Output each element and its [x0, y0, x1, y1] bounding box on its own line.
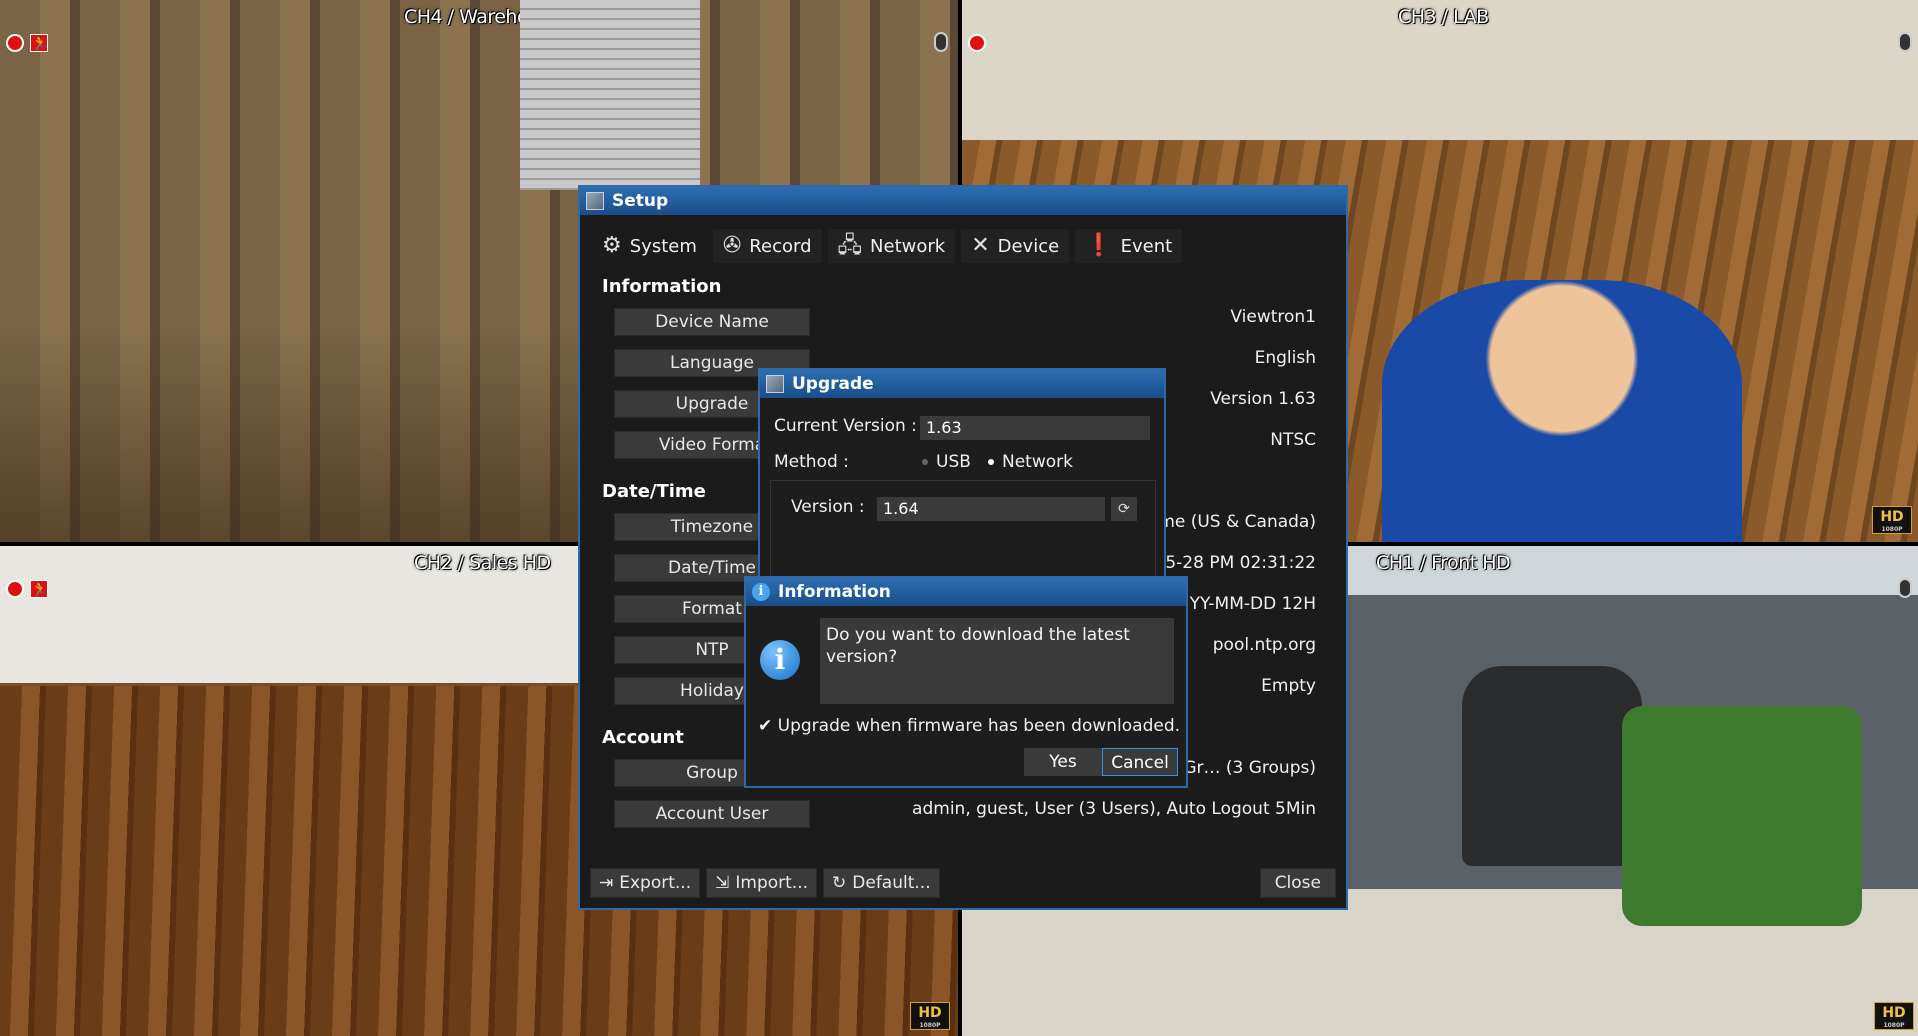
record-indicator-icon — [6, 34, 24, 52]
timezone-value: me (US & Canada) — [1158, 512, 1316, 532]
info-small-icon: i — [752, 583, 770, 601]
radio-selected-icon — [988, 459, 994, 465]
camera-label: CH4 / Warehouse — [404, 6, 561, 28]
tab-label: Event — [1120, 235, 1173, 257]
method-network-radio[interactable]: Network — [988, 452, 1073, 472]
version-group: Version : 1.64 ⟳ — [770, 480, 1156, 588]
holiday-value: Empty — [1261, 676, 1316, 696]
datetime-value: 05-28 PM 02:31:22 — [1154, 553, 1316, 573]
group-value: Gr… (3 Groups) — [1183, 758, 1316, 778]
upgrade-window-icon — [766, 375, 784, 393]
section-datetime: Date/Time — [602, 481, 706, 502]
upgrade-after-download-checkbox[interactable]: ✔ Upgrade when firmware has been downloa… — [758, 716, 1180, 736]
current-version-field: 1.63 — [920, 416, 1150, 440]
hd-badge-icon: HD 1080P — [1872, 506, 1912, 534]
close-button[interactable]: Close — [1259, 868, 1336, 898]
hd-badge-icon: HD 1080P — [910, 1002, 950, 1030]
method-usb-radio[interactable]: USB — [922, 452, 971, 472]
tools-icon: ✕ — [971, 233, 990, 258]
camera-label: CH2 / Sales HD — [414, 552, 551, 574]
tab-record[interactable]: ✇ Record — [712, 229, 822, 263]
information-message: Do you want to download the latest versi… — [820, 618, 1174, 704]
setup-tabs: ⚙ System ✇ Record 🖧 Network ✕ Device ❗ E… — [592, 229, 1183, 263]
camera-label: CH1 / Front HD — [1376, 552, 1511, 574]
tab-system[interactable]: ⚙ System — [592, 229, 707, 263]
export-icon: ⇥ — [599, 873, 614, 893]
network-icon: 🖧 — [837, 233, 863, 258]
information-dialog: i Information i Do you want to download … — [744, 576, 1188, 788]
device-name-value: Viewtron1 — [1230, 307, 1316, 327]
checkbox-label: Upgrade when firmware has been downloade… — [777, 716, 1181, 736]
setup-title: Setup — [612, 191, 669, 211]
alert-icon: ❗ — [1085, 233, 1113, 258]
section-information: Information — [602, 276, 722, 297]
record-indicator-icon — [968, 34, 986, 52]
export-button[interactable]: ⇥ Export... — [590, 868, 701, 898]
information-title: Information — [778, 582, 891, 602]
cancel-button[interactable]: Cancel — [1102, 748, 1178, 776]
setup-bottom-bar: ⇥ Export... ⇲ Import... ↻ Default... Clo… — [590, 868, 1336, 900]
record-indicator-icon — [6, 580, 24, 598]
method-usb-label: USB — [936, 452, 971, 472]
default-button[interactable]: ↻ Default... — [823, 868, 940, 898]
device-name-button[interactable]: Device Name — [614, 308, 810, 336]
import-icon: ⇲ — [715, 873, 730, 893]
account-user-button[interactable]: Account User — [614, 800, 810, 828]
motion-alert-icon: 🏃 — [30, 34, 49, 52]
tab-label: Network — [870, 235, 946, 257]
hd-badge-icon: HD 1080P — [1874, 1002, 1914, 1030]
method-network-label: Network — [1002, 452, 1073, 472]
upgrade-title: Upgrade — [792, 374, 874, 394]
format-value: YY-MM-DD 12H — [1189, 594, 1316, 614]
language-value: English — [1254, 348, 1316, 368]
setup-titlebar[interactable]: Setup — [580, 187, 1346, 215]
video-format-value: NTSC — [1270, 430, 1316, 450]
version-label: Version : — [791, 497, 865, 517]
refresh-icon[interactable]: ⟳ — [1111, 497, 1137, 521]
account-user-value: admin, guest, User (3 Users), Auto Logou… — [912, 799, 1316, 819]
reset-icon: ↻ — [832, 873, 847, 893]
version-value: Version 1.63 — [1210, 389, 1316, 409]
section-account: Account — [602, 727, 684, 748]
tab-event[interactable]: ❗ Event — [1075, 229, 1183, 263]
upgrade-dialog: Upgrade Current Version : 1.63 Method : … — [758, 368, 1166, 593]
radio-unselected-icon — [922, 459, 928, 465]
microphone-icon — [934, 32, 948, 52]
tab-device[interactable]: ✕ Device — [961, 229, 1070, 263]
motion-alert-icon: 🏃 — [30, 580, 49, 598]
information-titlebar[interactable]: i Information — [746, 578, 1186, 606]
import-label: Import... — [735, 873, 809, 893]
setup-window-icon — [586, 192, 604, 210]
microphone-icon — [1898, 32, 1912, 52]
export-label: Export... — [619, 873, 692, 893]
checkmark-icon: ✔ — [758, 716, 773, 736]
camera-label: CH3 / LAB — [1398, 6, 1489, 28]
film-reel-icon: ✇ — [722, 233, 742, 258]
microphone-icon — [1898, 578, 1912, 598]
upgrade-titlebar[interactable]: Upgrade — [760, 370, 1164, 398]
import-button[interactable]: ⇲ Import... — [706, 868, 818, 898]
ntp-value: pool.ntp.org — [1212, 635, 1316, 655]
info-icon: i — [760, 640, 800, 680]
tab-label: Device — [997, 235, 1060, 257]
gear-icon: ⚙ — [602, 233, 622, 258]
tab-network[interactable]: 🖧 Network — [827, 229, 956, 263]
method-label: Method : — [774, 452, 849, 472]
tab-label: System — [629, 235, 697, 257]
tab-label: Record — [749, 235, 812, 257]
version-field[interactable]: 1.64 — [877, 497, 1105, 521]
default-label: Default... — [852, 873, 931, 893]
yes-button[interactable]: Yes — [1024, 748, 1102, 776]
current-version-label: Current Version : — [774, 416, 917, 436]
